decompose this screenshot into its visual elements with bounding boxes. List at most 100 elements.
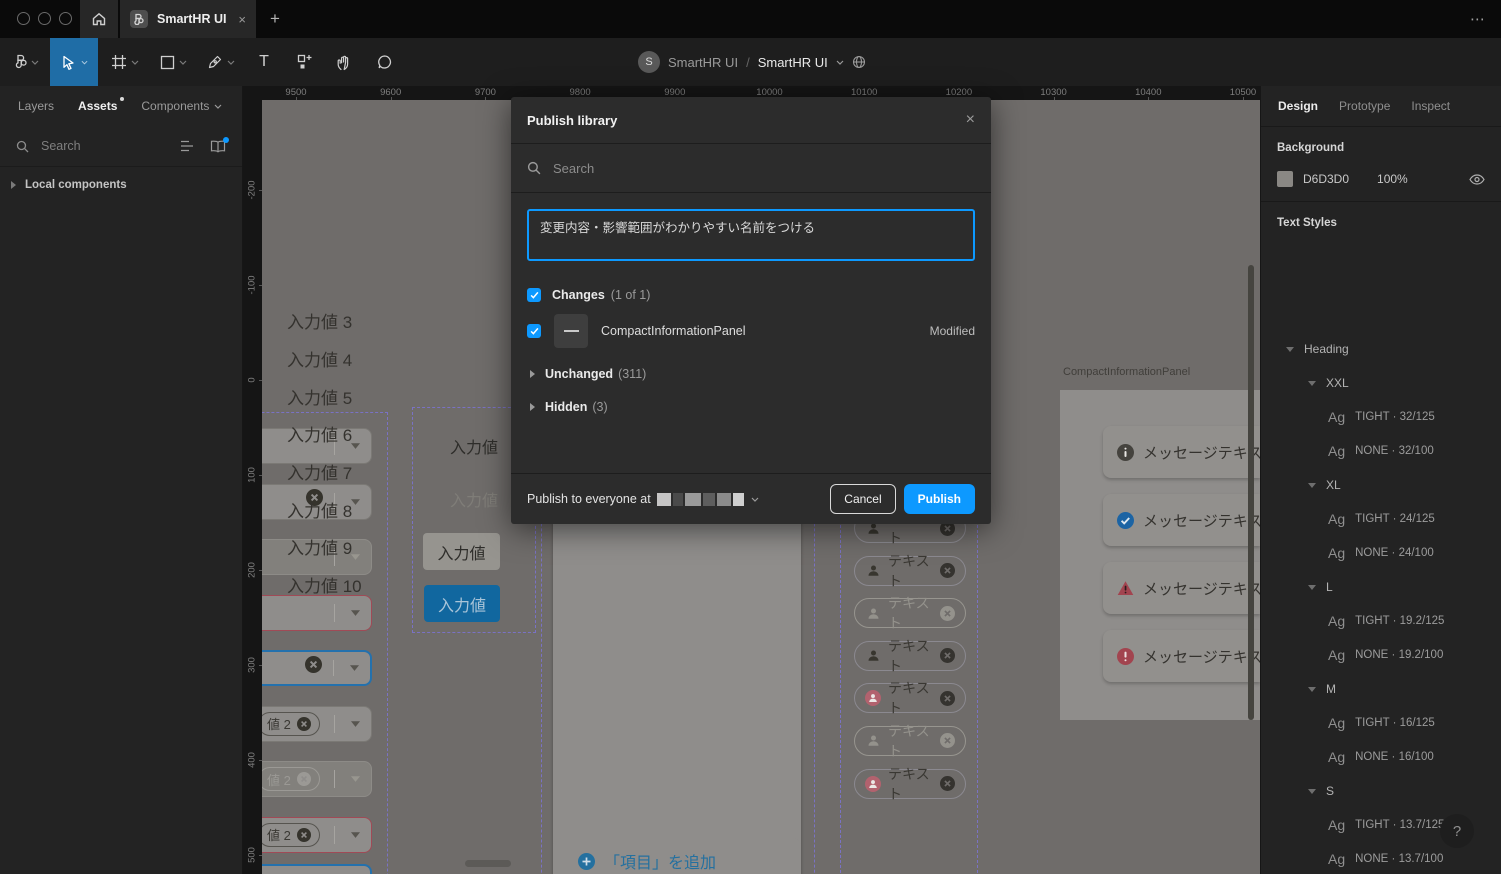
select-component-clipped[interactable] xyxy=(262,864,372,874)
hidden-group-row[interactable]: Hidden (3) xyxy=(527,400,975,414)
frame-tool-button[interactable] xyxy=(104,38,146,86)
select-component[interactable]: 値 2 xyxy=(262,761,372,797)
tab-components-dropdown[interactable]: Components xyxy=(141,99,222,113)
style-label: NONE · 32/100 xyxy=(1355,445,1434,457)
comment-tool-button[interactable] xyxy=(366,38,402,86)
visibility-eye-icon[interactable] xyxy=(1469,174,1485,185)
text-style-row[interactable]: Ag NONE · 24/100 xyxy=(1261,536,1501,570)
color-swatch[interactable] xyxy=(1277,171,1293,187)
breadcrumb-file-name[interactable]: SmartHR UI xyxy=(758,55,828,70)
style-label: NONE · 16/100 xyxy=(1355,751,1434,763)
help-button[interactable]: ? xyxy=(1440,814,1474,848)
text-style-row[interactable]: Ag NONE · 16/100 xyxy=(1261,740,1501,774)
message-card[interactable]: メッセージテキス xyxy=(1103,562,1260,614)
tag-remove-icon[interactable] xyxy=(297,717,311,731)
chip-remove-icon[interactable] xyxy=(940,733,955,748)
chevron-down-icon[interactable] xyxy=(836,60,844,65)
person-chip[interactable]: テキスト xyxy=(854,598,966,628)
cancel-button[interactable]: Cancel xyxy=(830,484,895,514)
caret-down-icon[interactable] xyxy=(1308,381,1316,386)
tab-inspect[interactable]: Inspect xyxy=(1411,99,1450,113)
unchanged-group-row[interactable]: Unchanged (311) xyxy=(527,367,975,381)
new-tab-button[interactable]: + xyxy=(270,0,280,38)
caret-down-icon[interactable] xyxy=(1308,789,1316,794)
changes-checkbox[interactable] xyxy=(527,288,541,302)
shape-tool-button[interactable] xyxy=(152,38,194,86)
text-style-row[interactable]: Ag NONE · 32/100 xyxy=(1261,434,1501,468)
tab-prototype[interactable]: Prototype xyxy=(1339,99,1390,113)
text-style-row[interactable]: M xyxy=(1261,672,1501,706)
chevron-down-icon[interactable] xyxy=(751,497,759,502)
text-style-row[interactable]: Ag TIGHT · 19.2/125 xyxy=(1261,604,1501,638)
resources-tool-button[interactable] xyxy=(288,38,322,86)
breadcrumb-project[interactable]: SmartHR UI xyxy=(668,55,738,70)
toolbar: T S SmartHR UI / SmartHR UI xyxy=(0,38,1501,86)
text-style-row[interactable]: Ag TIGHT · 16/125 xyxy=(1261,706,1501,740)
traffic-light-zoom[interactable] xyxy=(59,12,72,25)
tab-design[interactable]: Design xyxy=(1278,99,1318,113)
tab-assets[interactable]: Assets xyxy=(78,99,117,113)
person-icon xyxy=(865,690,881,706)
modal-search-input[interactable] xyxy=(551,160,975,177)
text-style-row[interactable]: L xyxy=(1261,570,1501,604)
document-tab[interactable]: SmartHR UI × xyxy=(120,0,256,38)
text-style-row[interactable]: Ag TIGHT · 24/125 xyxy=(1261,502,1501,536)
person-chip[interactable]: テキスト xyxy=(854,726,966,756)
canvas-vertical-scrollbar[interactable] xyxy=(1248,265,1254,720)
publish-button[interactable]: Publish xyxy=(904,484,975,514)
traffic-light-close[interactable] xyxy=(17,12,30,25)
person-chip[interactable]: テキスト xyxy=(854,641,966,671)
component-checkbox[interactable] xyxy=(527,324,541,338)
person-chip[interactable]: テキスト xyxy=(854,769,966,799)
add-item-button[interactable]: 「項目」を追加 xyxy=(553,838,801,873)
chip-remove-icon[interactable] xyxy=(940,691,955,706)
text-style-row[interactable]: Heading xyxy=(1261,332,1501,366)
text-style-row[interactable]: Ag TIGHT · 32/125 xyxy=(1261,400,1501,434)
select-component[interactable]: 値 2 xyxy=(262,817,372,853)
select-component[interactable] xyxy=(262,650,372,686)
assets-search-input[interactable] xyxy=(39,138,170,154)
traffic-light-minimize[interactable] xyxy=(38,12,51,25)
text-style-row[interactable]: XL xyxy=(1261,468,1501,502)
caret-down-icon[interactable] xyxy=(1308,483,1316,488)
assets-update-dot xyxy=(120,97,124,101)
select-component[interactable]: 値 2 xyxy=(262,706,372,742)
tag-remove-icon[interactable] xyxy=(297,828,311,842)
tab-layers[interactable]: Layers xyxy=(18,99,54,113)
close-icon[interactable]: × xyxy=(966,112,975,128)
list-view-icon[interactable] xyxy=(180,140,194,152)
version-description-input[interactable]: 変更内容・影響範囲がわかりやすい名前をつける xyxy=(527,209,975,261)
text-tool-button[interactable]: T xyxy=(248,38,280,86)
chip-remove-icon[interactable] xyxy=(940,606,955,621)
local-components-section[interactable]: Local components xyxy=(0,167,242,203)
chip-remove-icon[interactable] xyxy=(940,648,955,663)
caret-down-icon[interactable] xyxy=(1308,687,1316,692)
person-chip[interactable]: テキスト xyxy=(854,556,966,586)
library-book-icon[interactable] xyxy=(210,140,226,153)
window-more-menu[interactable]: ⋯ xyxy=(1470,0,1487,38)
tag-remove-icon[interactable] xyxy=(297,772,311,786)
changed-component-row[interactable]: CompactInformationPanel Modified xyxy=(527,314,975,348)
canvas-horizontal-scrollbar[interactable] xyxy=(465,860,511,867)
pen-tool-button[interactable] xyxy=(200,38,242,86)
tab-close-icon[interactable]: × xyxy=(238,13,246,26)
color-hex-value[interactable]: D6D3D0 xyxy=(1303,172,1349,186)
main-menu-button[interactable] xyxy=(8,38,46,86)
chip-remove-icon[interactable] xyxy=(940,563,955,578)
text-style-row[interactable]: XXL xyxy=(1261,366,1501,400)
message-card[interactable]: メッセージテキス xyxy=(1103,494,1260,546)
text-style-row[interactable]: S xyxy=(1261,774,1501,808)
text-style-row[interactable]: Ag NONE · 13.7/100 xyxy=(1261,842,1501,874)
message-card[interactable]: メッセージテキス xyxy=(1103,426,1260,478)
home-tab[interactable] xyxy=(80,0,118,38)
message-card[interactable]: メッセージテキス xyxy=(1103,630,1260,682)
clear-icon[interactable] xyxy=(305,656,322,673)
color-opacity-value[interactable]: 100% xyxy=(1377,172,1408,186)
caret-down-icon[interactable] xyxy=(1308,585,1316,590)
hand-tool-button[interactable] xyxy=(327,38,361,86)
chip-remove-icon[interactable] xyxy=(940,776,955,791)
person-chip[interactable]: テキスト xyxy=(854,683,966,713)
text-style-row[interactable]: Ag NONE · 19.2/100 xyxy=(1261,638,1501,672)
move-tool-button-selected[interactable] xyxy=(50,38,98,86)
caret-down-icon[interactable] xyxy=(1286,347,1294,352)
